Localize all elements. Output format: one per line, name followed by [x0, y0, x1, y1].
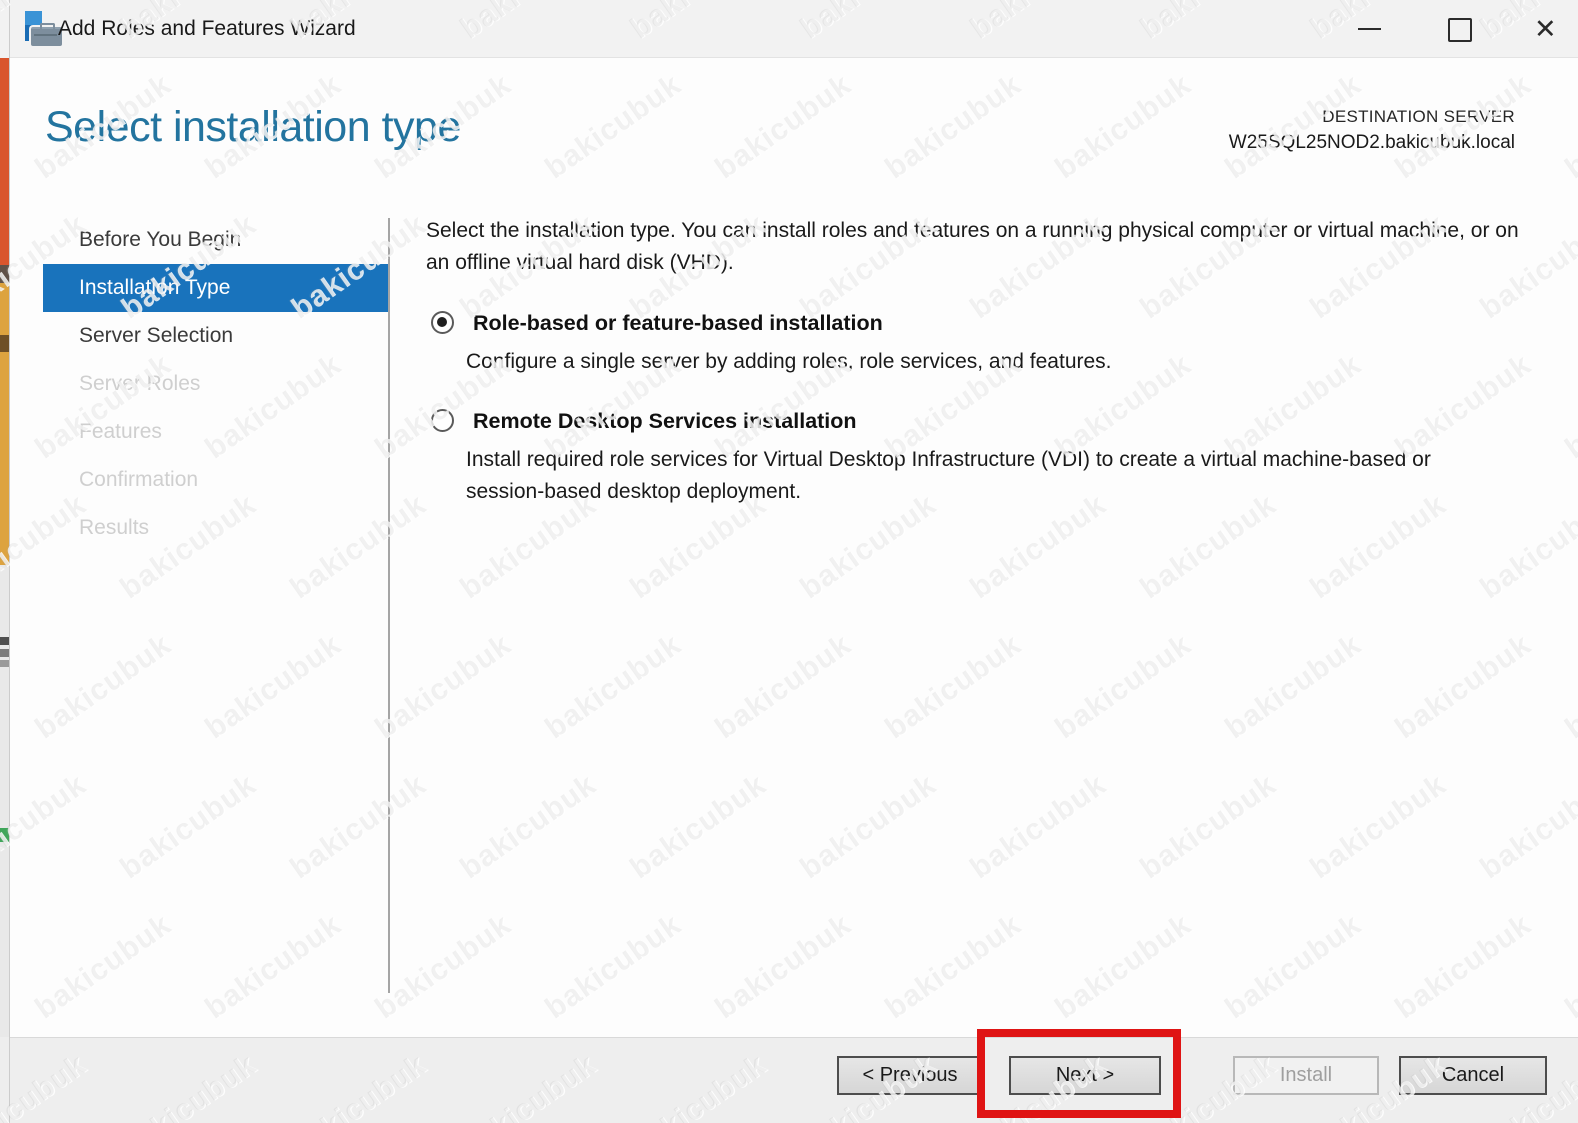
intro-text: Select the installation type. You can in… [426, 219, 1519, 274]
title-bar: Add Roles and Features Wizard [10, 0, 1578, 58]
window-title: Add Roles and Features Wizard [58, 17, 356, 40]
option-role-based[interactable]: Role-based or feature-based installation… [426, 310, 1531, 378]
radio-role-based[interactable] [431, 311, 454, 334]
option-role-based-description: Configure a single server by adding role… [466, 350, 1112, 373]
next-button[interactable]: Next > [1009, 1056, 1161, 1095]
edge-segment [0, 828, 9, 842]
sidebar-item-confirmation: Confirmation [79, 468, 199, 491]
edge-segment [0, 660, 9, 667]
previous-button[interactable]: < Previous [837, 1056, 983, 1095]
edge-segment [0, 283, 9, 335]
option-remote-desktop[interactable]: Remote Desktop Services installation Ins… [426, 408, 1531, 508]
edge-segment [0, 0, 9, 58]
install-button: Install [1233, 1056, 1379, 1095]
sidebar-divider [388, 218, 390, 993]
sidebar-item-server-roles: Server Roles [79, 372, 201, 395]
sidebar-item-server-selection[interactable]: Server Selection [43, 312, 389, 360]
sidebar-item-features: Features [79, 420, 162, 443]
sidebar-item-results: Results [79, 516, 150, 539]
minimize-icon[interactable] [1338, 0, 1400, 58]
destination-server-name: W25SQL25NOD2.bakicubuk.local [1228, 132, 1515, 153]
edge-segment [0, 649, 9, 657]
page-title: Select installation type [45, 103, 461, 151]
close-icon[interactable] [1516, 0, 1578, 58]
destination-server-label: DESTINATION SERVER [1322, 107, 1515, 126]
main-content: Select the installation type. You can in… [426, 215, 1531, 508]
edge-segment [0, 335, 9, 352]
option-remote-desktop-label[interactable]: Remote Desktop Services installation [426, 408, 1531, 435]
background-window-edge [0, 0, 9, 1123]
option-role-based-label[interactable]: Role-based or feature-based installation [426, 310, 1531, 337]
sidebar-item-installation-type[interactable]: Installation Type [43, 264, 389, 312]
edge-segment [0, 265, 9, 283]
edge-segment [0, 352, 9, 565]
sidebar-item-before-you-begin[interactable]: Before You Begin [43, 216, 389, 264]
cancel-button[interactable]: Cancel [1399, 1056, 1547, 1095]
edge-segment [0, 637, 9, 645]
edge-segment [0, 565, 9, 1037]
edge-segment [0, 58, 9, 265]
option-remote-desktop-description: Install required role services for Virtu… [466, 448, 1431, 503]
destination-server-block: DESTINATION SERVER W25SQL25NOD2.bakicubu… [1229, 107, 1515, 154]
wizard-steps-sidebar: Before You Begin Installation Type Serve… [43, 216, 389, 552]
footer-bar: < Previous Next > Install Cancel [10, 1037, 1578, 1123]
wizard-window: Add Roles and Features Wizard Select ins… [0, 0, 1578, 1123]
add-roles-features-wizard-dialog: Add Roles and Features Wizard Select ins… [9, 0, 1578, 1123]
maximize-icon[interactable] [1428, 0, 1490, 58]
radio-remote-desktop[interactable] [431, 409, 454, 432]
edge-segment [0, 1037, 9, 1123]
